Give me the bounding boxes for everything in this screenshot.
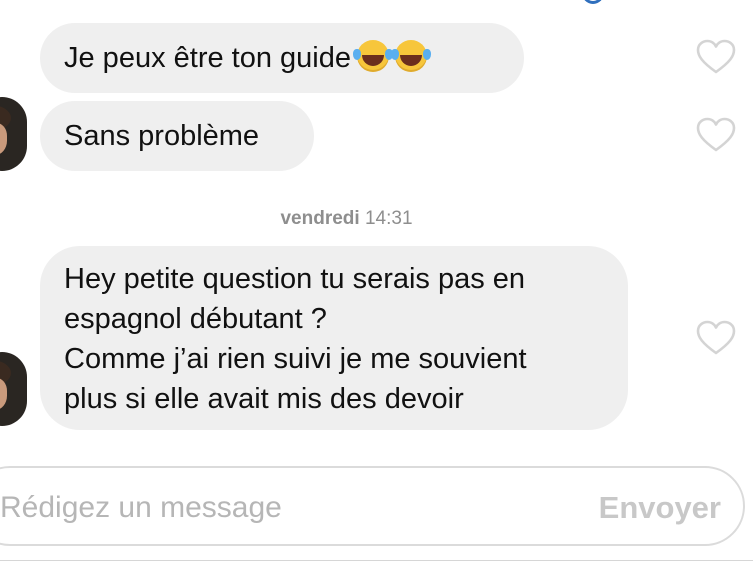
chat-screen: Je peux être ton guide Sans problème ven… bbox=[0, 0, 753, 568]
separator-time: 14:31 bbox=[364, 208, 413, 229]
send-button[interactable]: Envoyer bbox=[599, 486, 721, 530]
message-text: Je peux être ton guide bbox=[64, 42, 351, 74]
tears-of-joy-emoji-icon bbox=[352, 40, 389, 72]
seen-indicator-icon bbox=[582, 0, 604, 4]
heart-outline-icon[interactable] bbox=[696, 319, 736, 359]
divider bbox=[0, 560, 753, 561]
heart-outline-icon[interactable] bbox=[696, 38, 736, 78]
separator-day: vendredi bbox=[280, 208, 360, 229]
date-separator: vendredi 14:31 bbox=[0, 208, 723, 230]
heart-outline-icon[interactable] bbox=[696, 116, 736, 156]
message-bubble[interactable]: Hey petite question tu serais pas en esp… bbox=[40, 246, 628, 430]
message-bubble[interactable]: Sans problème bbox=[40, 101, 314, 171]
message-text: Sans problème bbox=[64, 120, 260, 152]
tears-of-joy-emoji-icon bbox=[390, 40, 427, 72]
avatar[interactable] bbox=[0, 97, 27, 171]
message-composer: Envoyer bbox=[0, 466, 745, 546]
message-bubble[interactable]: Je peux être ton guide bbox=[40, 23, 524, 93]
message-text: Hey petite question tu serais pas en esp… bbox=[64, 263, 527, 415]
message-input[interactable] bbox=[0, 486, 500, 530]
avatar[interactable] bbox=[0, 352, 27, 426]
